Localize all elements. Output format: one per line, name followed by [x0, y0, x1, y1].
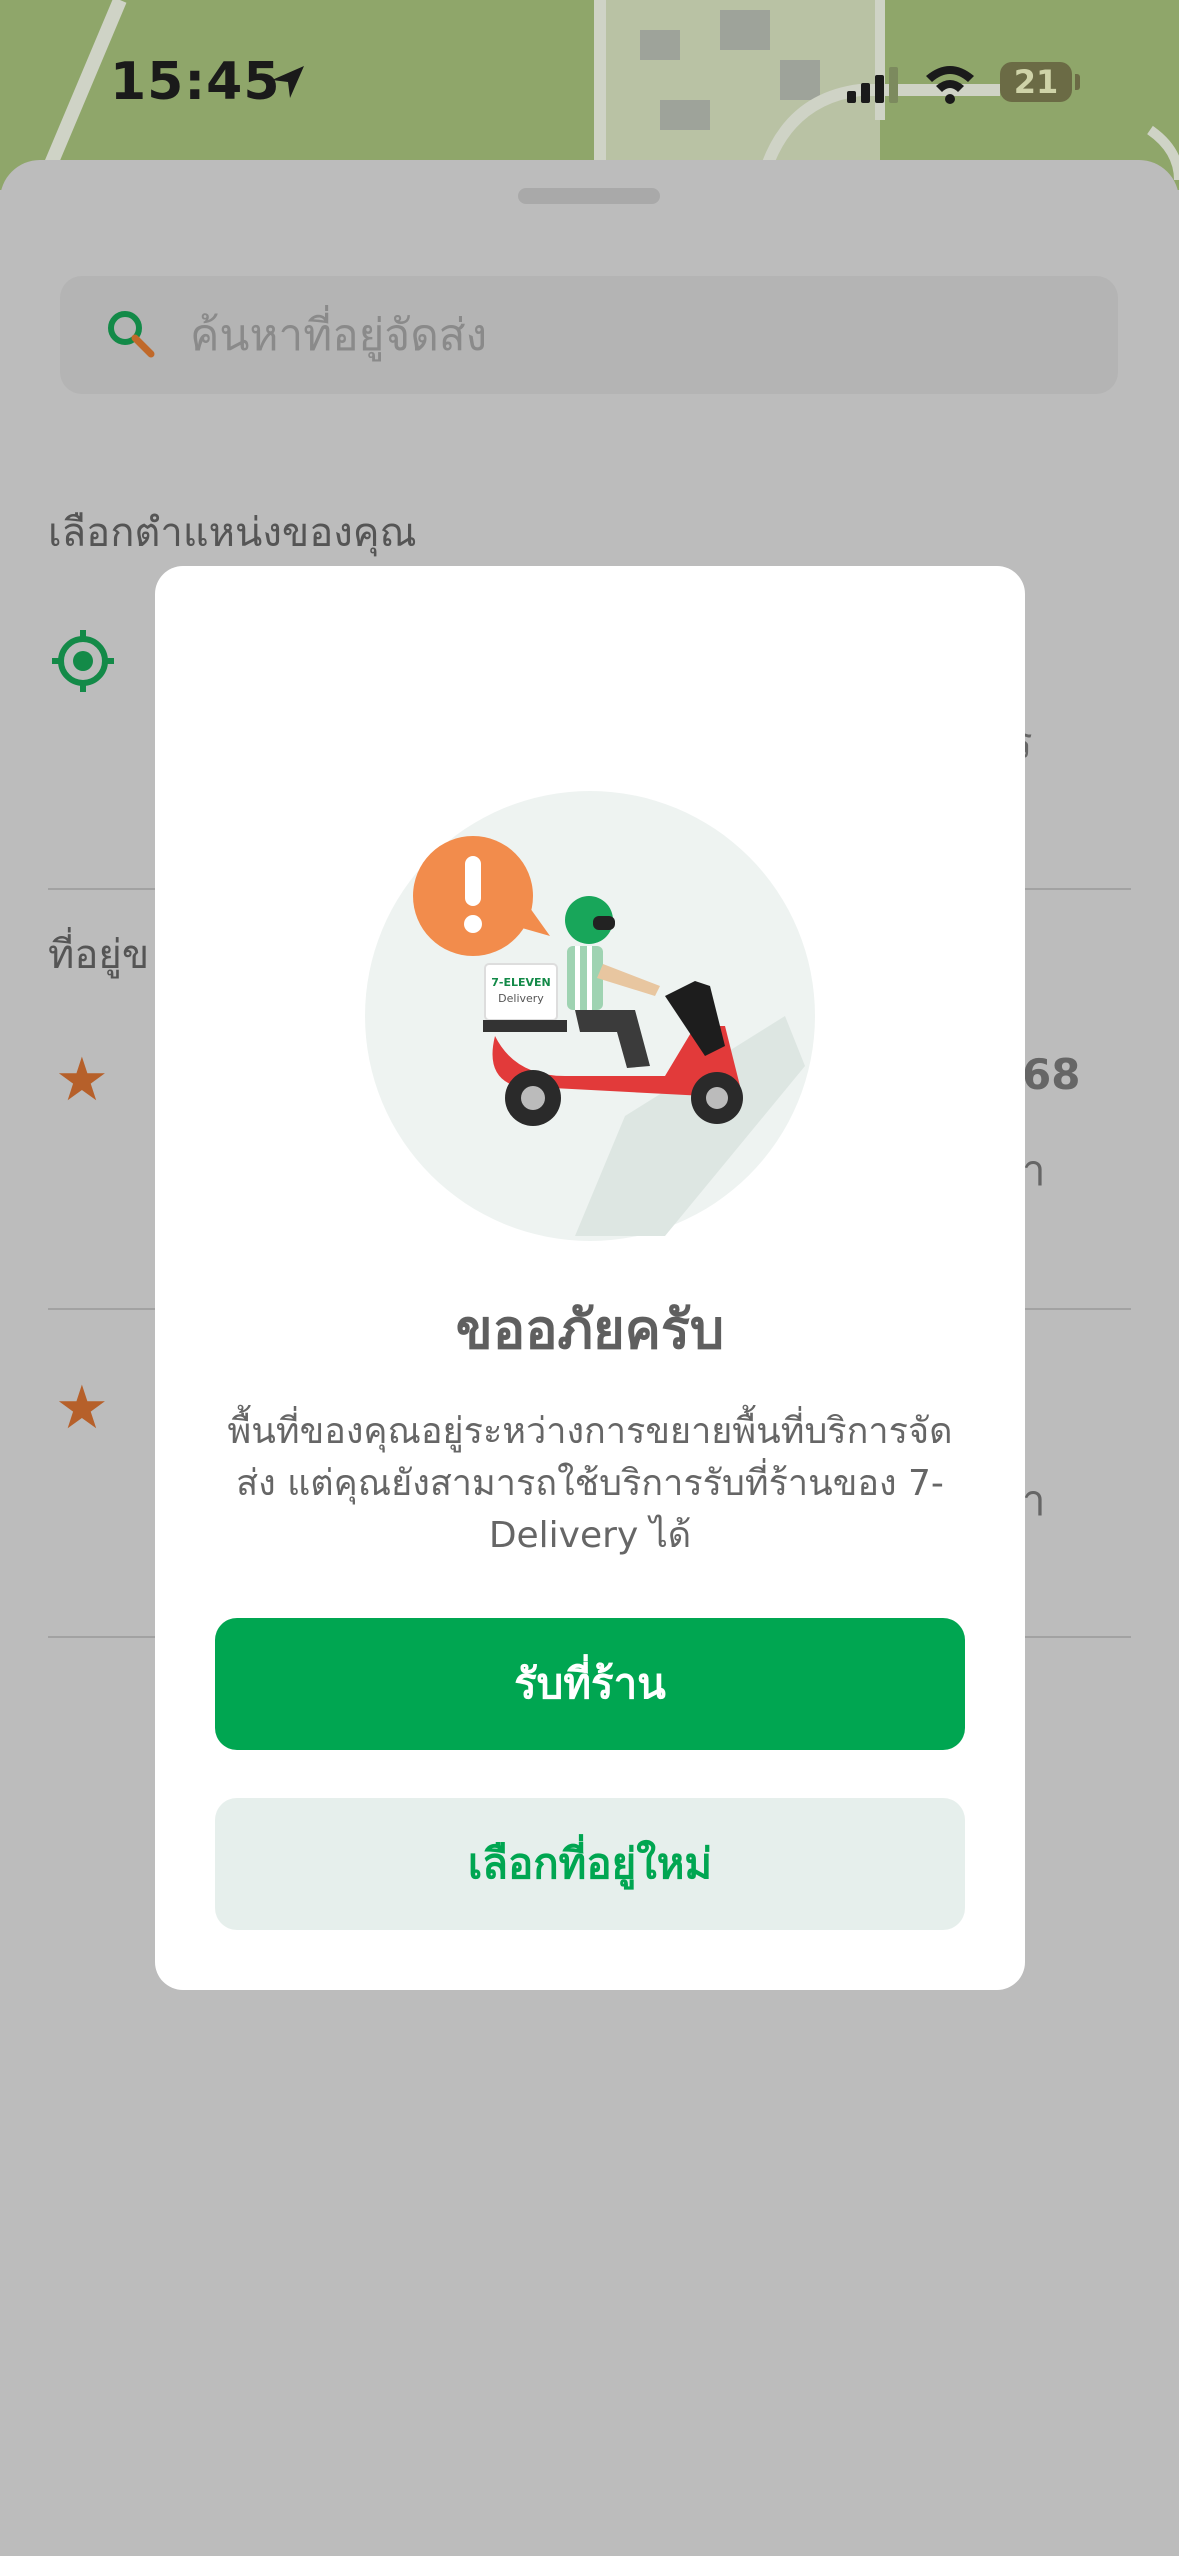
status-bar: 15:45 21	[0, 0, 1179, 175]
star-icon: ★	[55, 1045, 109, 1115]
star-icon: ★	[55, 1373, 109, 1443]
battery-level: 21	[1000, 62, 1072, 102]
address-row-fragment: า	[1022, 1146, 1046, 1195]
dialog-title: ขออภัยครับ	[455, 1298, 725, 1361]
battery-nub	[1075, 74, 1080, 90]
box-delivery-text: Delivery	[498, 992, 544, 1005]
pickup-at-store-button[interactable]: รับที่ร้าน	[215, 1618, 965, 1750]
unavailable-area-dialog: 7-ELEVEN Delivery ขออภัยครับ พื้นที่ของค…	[155, 566, 1025, 1990]
choose-new-address-button[interactable]: เลือกที่อยู่ใหม่	[215, 1798, 965, 1930]
delivery-scooter-illustration: 7-ELEVEN Delivery	[365, 791, 815, 1241]
sheet-grabber[interactable]	[518, 188, 660, 204]
search-input[interactable]: ค้นหาที่อยู่จัดส่ง	[190, 300, 487, 370]
dialog-message: พื้นที่ของคุณอยู่ระหว่างการขยายพื้นที่บร…	[227, 1411, 953, 1556]
status-time: 15:45	[110, 52, 281, 112]
box-brand-text: 7-ELEVEN	[491, 976, 551, 989]
select-location-title: เลือกตำแหน่งของคุณ	[48, 510, 417, 556]
current-location-icon[interactable]	[50, 628, 116, 694]
search-icon	[108, 311, 155, 358]
location-arrow-icon	[272, 66, 304, 98]
address-row-fragment: า	[1022, 1476, 1046, 1525]
saved-addresses-title: ที่อยู่ข	[48, 932, 150, 978]
wifi-icon	[926, 66, 974, 104]
cellular-signal-icon	[847, 67, 898, 103]
address-row-fragment: 68	[1022, 1050, 1081, 1099]
